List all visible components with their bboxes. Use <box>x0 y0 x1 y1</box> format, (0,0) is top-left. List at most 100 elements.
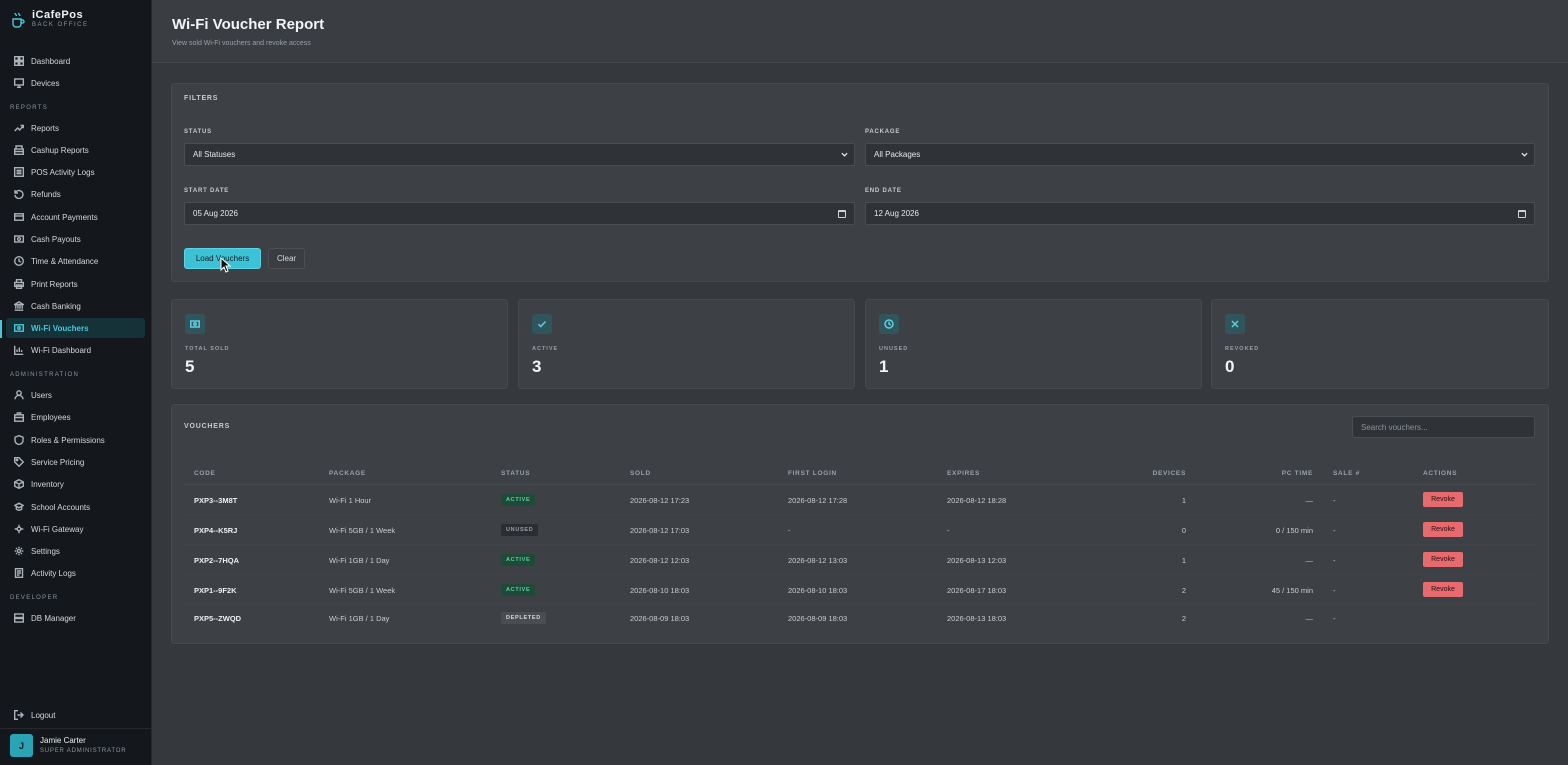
gear-icon <box>14 546 24 556</box>
sidebar-item-employees[interactable]: Employees <box>6 407 145 427</box>
x-icon <box>1225 314 1245 334</box>
column-header-sale[interactable]: SALE # <box>1333 470 1360 477</box>
briefcase-icon <box>14 412 24 422</box>
monitor-icon <box>14 78 24 88</box>
status-select[interactable]: All Statuses <box>184 143 855 166</box>
column-header-status[interactable]: STATUS <box>501 470 530 477</box>
stat-value: 0 <box>1225 357 1235 376</box>
clear-button[interactable]: Clear <box>268 248 305 269</box>
filters-card <box>171 83 1549 282</box>
user-icon <box>14 390 24 400</box>
sidebar-item-label: Cash Payouts <box>31 234 81 244</box>
sidebar-item-cash-payouts[interactable]: Cash Payouts <box>6 229 145 249</box>
stat-value: 1 <box>879 357 889 376</box>
sidebar-item-activity-logs[interactable]: Activity Logs <box>6 563 145 583</box>
brand-name: iCafePos <box>32 9 84 21</box>
sidebar-item-devices[interactable]: Devices <box>6 73 145 93</box>
column-header-first-login[interactable]: FIRST LOGIN <box>788 470 837 477</box>
voucher-sold: 2026-08-12 12:03 <box>630 556 690 565</box>
column-header-code[interactable]: CODE <box>194 470 216 477</box>
database-icon <box>14 613 24 623</box>
sidebar-item-wifi-dashboard[interactable]: Wi-Fi Dashboard <box>6 340 145 360</box>
voucher-sold: 2026-08-12 17:03 <box>630 526 690 535</box>
sidebar-item-refunds[interactable]: Refunds <box>6 184 145 204</box>
sidebar-item-settings[interactable]: Settings <box>6 541 145 561</box>
voucher-package: Wi-Fi 1GB / 1 Day <box>329 614 390 623</box>
voucher-first-login: - <box>788 526 791 535</box>
ticket-icon <box>185 314 205 334</box>
network-icon <box>14 524 24 534</box>
end-date-label: END DATE <box>865 188 902 194</box>
column-header-devices[interactable]: DEVICES <box>1140 470 1186 477</box>
sidebar-item-pos-activity-logs[interactable]: POS Activity Logs <box>6 162 145 182</box>
voucher-code: PXP3--3M8T <box>194 496 238 505</box>
calendar-icon[interactable] <box>1518 210 1526 218</box>
revoke-button[interactable]: Revoke <box>1423 552 1463 567</box>
sidebar-item-service-pricing[interactable]: Service Pricing <box>6 452 145 472</box>
voucher-code: PXP5--ZWQD <box>194 614 242 623</box>
stat-value: 3 <box>532 357 542 376</box>
sidebar-item-label: Devices <box>31 78 60 88</box>
status-badge: ACTIVE <box>501 494 536 506</box>
voucher-package: Wi-Fi 5GB / 1 Week <box>329 526 396 535</box>
page-title: Wi-Fi Voucher Report <box>172 16 325 33</box>
list-icon <box>14 167 24 177</box>
sidebar-item-db-manager[interactable]: DB Manager <box>6 608 145 628</box>
sidebar-item-label: Employees <box>31 412 71 422</box>
voucher-package: Wi-Fi 1 Hour <box>329 496 372 505</box>
sidebar-item-account-payments[interactable]: Account Payments <box>6 207 145 227</box>
sidebar-item-reports[interactable]: Reports <box>6 118 145 138</box>
sidebar-item-label: Time & Attendance <box>31 256 99 266</box>
stat-label: UNUSED <box>879 346 909 352</box>
sidebar-item-users[interactable]: Users <box>6 385 145 405</box>
sidebar-item-print-reports[interactable]: Print Reports <box>6 274 145 294</box>
school-icon <box>14 502 24 511</box>
sidebar-item-label: Wi-Fi Vouchers <box>31 323 89 333</box>
status-label: STATUS <box>184 129 212 135</box>
column-header-actions: ACTIONS <box>1423 470 1458 477</box>
search-input[interactable]: Search vouchers... <box>1352 416 1535 438</box>
avatar[interactable]: J <box>10 734 33 757</box>
sidebar-item-wifi-gateway[interactable]: Wi-Fi Gateway <box>6 519 145 539</box>
user-role: SUPER ADMINISTRATOR <box>40 748 127 754</box>
sidebar-item-label: Activity Logs <box>31 568 76 578</box>
sidebar-item-label: School Accounts <box>31 502 91 512</box>
package-label: PACKAGE <box>865 129 901 135</box>
sidebar-item-label: Inventory <box>31 479 64 489</box>
sidebar-item-time-attendance[interactable]: Time & Attendance <box>6 251 145 271</box>
revoke-button[interactable]: Revoke <box>1423 522 1463 537</box>
sidebar-item-school-accounts[interactable]: School Accounts <box>6 497 145 517</box>
ticket-icon <box>14 324 24 332</box>
sidebar-item-cash-banking[interactable]: Cash Banking <box>6 296 145 316</box>
dashboard-icon <box>14 56 24 66</box>
sidebar-item-dashboard[interactable]: Dashboard <box>6 51 145 71</box>
divider <box>184 604 1535 605</box>
brand[interactable]: iCafePos BACK OFFICE <box>10 9 89 30</box>
sidebar-item-roles-permissions[interactable]: Roles & Permissions <box>6 430 145 450</box>
sidebar-item-inventory[interactable]: Inventory <box>6 474 145 494</box>
sidebar-item-wifi-vouchers[interactable]: Wi-Fi Vouchers <box>6 318 145 338</box>
voucher-expires: 2026-08-13 12:03 <box>947 556 1007 565</box>
column-header-sold[interactable]: SOLD <box>630 470 651 477</box>
column-header-package[interactable]: PACKAGE <box>329 470 366 477</box>
column-header-pc-time[interactable]: PC TIME <box>1260 470 1313 477</box>
divider <box>184 514 1535 515</box>
sidebar-item-cashup-reports[interactable]: Cashup Reports <box>6 140 145 160</box>
sidebar-item-label: Roles & Permissions <box>31 435 105 445</box>
status-badge: DEPLETED <box>501 612 546 624</box>
end-date-input[interactable]: 12 Aug 2026 <box>865 202 1535 225</box>
divider <box>0 728 152 729</box>
column-header-expires[interactable]: EXPIRES <box>947 470 980 477</box>
sidebar-item-label: Users <box>31 390 52 400</box>
shield-icon <box>14 435 24 445</box>
start-date-input[interactable]: 05 Aug 2026 <box>184 202 855 225</box>
revoke-button[interactable]: Revoke <box>1423 492 1463 507</box>
revoke-button[interactable]: Revoke <box>1423 582 1463 597</box>
package-select[interactable]: All Packages <box>865 143 1535 166</box>
stat-card-active: ACTIVE 3 <box>518 299 855 389</box>
calendar-icon[interactable] <box>838 210 846 218</box>
bank-icon <box>14 301 24 311</box>
sidebar-item-label: POS Activity Logs <box>31 167 95 177</box>
logout-button[interactable]: Logout <box>6 705 145 725</box>
user-name: Jamie Carter <box>40 736 86 745</box>
